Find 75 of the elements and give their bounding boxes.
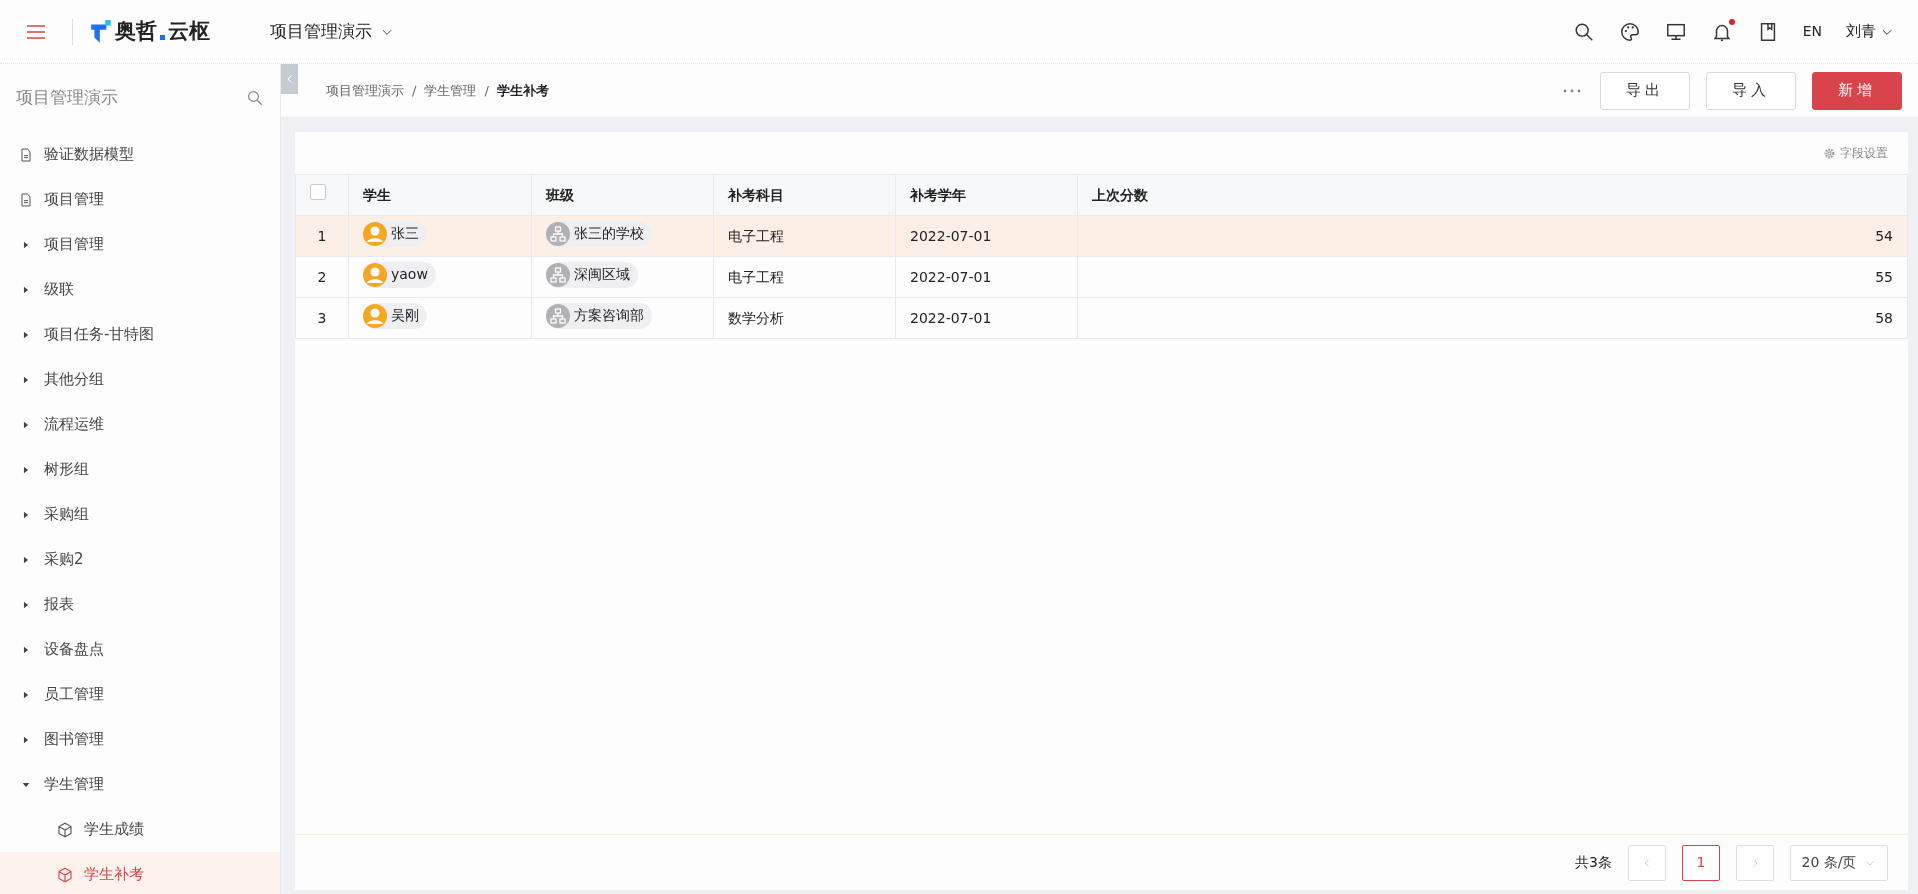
sidebar-item[interactable]: 学生管理 (0, 762, 280, 807)
sidebar-item[interactable]: 图书管理 (0, 717, 280, 762)
add-button[interactable]: 新增 (1812, 71, 1902, 110)
language-button[interactable]: EN (1802, 21, 1822, 42)
sidebar-item[interactable]: 验证数据模型 (0, 132, 280, 177)
column-header: 补考学年 (895, 174, 1078, 216)
org-chart-icon (546, 221, 570, 246)
table-cell: 54 (1077, 215, 1908, 257)
column-header: 班级 (531, 174, 714, 216)
sidebar-item[interactable]: 学生成绩 (0, 807, 280, 852)
table-cell: 2022-07-01 (895, 297, 1078, 339)
action-button[interactable]: 导出 (1600, 71, 1690, 110)
user-chip[interactable]: yaow (363, 261, 436, 288)
org-chart-icon (546, 303, 570, 328)
sidebar-title: 项目管理演示 (16, 86, 118, 110)
action-button[interactable]: 导入 (1706, 71, 1796, 110)
department-chip[interactable]: 张三的学校 (546, 220, 652, 247)
sidebar-item[interactable]: 学生补考 (0, 852, 280, 894)
sidebar-item[interactable]: 采购2 (0, 537, 280, 582)
sidebar-item[interactable]: 项目管理 (0, 222, 280, 267)
user-chip[interactable]: 吴刚 (363, 302, 427, 329)
sidebar-item[interactable]: 采购组 (0, 492, 280, 537)
breadcrumb-separator: / (412, 81, 417, 100)
sidebar-item[interactable]: 员工管理 (0, 672, 280, 717)
field-settings-button[interactable]: 字段设置 (1823, 144, 1888, 162)
sidebar-item[interactable]: 级联 (0, 267, 280, 312)
logo-text: 奥哲 (115, 17, 157, 45)
row-number: 1 (295, 215, 349, 257)
row-number: 2 (295, 256, 349, 298)
sidebar-item[interactable]: 其他分组 (0, 357, 280, 402)
cube-icon (56, 865, 74, 884)
column-header: 补考科目 (713, 174, 896, 216)
avatar-icon (363, 303, 387, 328)
department-chip[interactable]: 方案咨询部 (546, 302, 652, 329)
table-cell: 电子工程 (713, 215, 896, 257)
collapse-handle[interactable] (281, 64, 298, 94)
table-cell: 58 (1077, 297, 1908, 339)
page-button[interactable]: 1 (1682, 844, 1720, 881)
gear-icon (1823, 146, 1836, 160)
table-cell: 电子工程 (713, 256, 896, 298)
sidebar-item[interactable]: 树形组 (0, 447, 280, 492)
column-header: 上次分数 (1077, 174, 1908, 216)
document-icon (18, 191, 34, 208)
row-number: 3 (295, 297, 349, 339)
table-row[interactable]: 1 张三 张三的学校 电子工程 2022-07-01 54 (295, 215, 1908, 257)
sidebar-item[interactable]: 流程运维 (0, 402, 280, 447)
page-size-select[interactable]: 20 条/页 (1790, 844, 1888, 881)
avatar-icon (363, 262, 387, 287)
user-chip[interactable]: 张三 (363, 220, 427, 247)
total-count: 共3条 (1575, 853, 1612, 872)
table-row[interactable]: 3 吴刚 方案咨询部 数学分析 2022-07-01 58 (295, 297, 1908, 339)
org-chart-icon (546, 262, 570, 287)
breadcrumb-separator: / (484, 81, 489, 100)
breadcrumb-item: 学生补考 (496, 81, 549, 100)
department-chip[interactable]: 深闽区域 (546, 261, 638, 288)
breadcrumb-item[interactable]: 项目管理演示 (326, 80, 404, 101)
select-all-checkbox[interactable] (310, 184, 326, 200)
table-row[interactable]: 2 yaow 深闽区域 电子工程 2022-07-01 55 (295, 256, 1908, 298)
table-cell: 55 (1077, 256, 1908, 298)
cube-icon (56, 820, 74, 839)
app-switcher[interactable]: 项目管理演示 (258, 12, 406, 51)
sidebar-item[interactable]: 报表 (0, 582, 280, 627)
avatar-icon (363, 221, 387, 246)
user-menu[interactable]: 刘青 (1846, 20, 1894, 43)
table-cell: 2022-07-01 (895, 256, 1078, 298)
breadcrumb-item[interactable]: 学生管理 (424, 80, 477, 101)
sidebar-item[interactable]: 设备盘点 (0, 627, 280, 672)
palette-icon[interactable] (1618, 20, 1641, 43)
document-icon (18, 146, 34, 163)
table-cell: 2022-07-01 (895, 215, 1078, 257)
sidebar-item[interactable]: 项目任务-甘特图 (0, 312, 280, 357)
sidebar-item[interactable]: 项目管理 (0, 177, 280, 222)
table-cell: 数学分析 (713, 297, 896, 339)
column-header: 学生 (348, 174, 532, 216)
logo-text: 云枢 (168, 17, 210, 45)
